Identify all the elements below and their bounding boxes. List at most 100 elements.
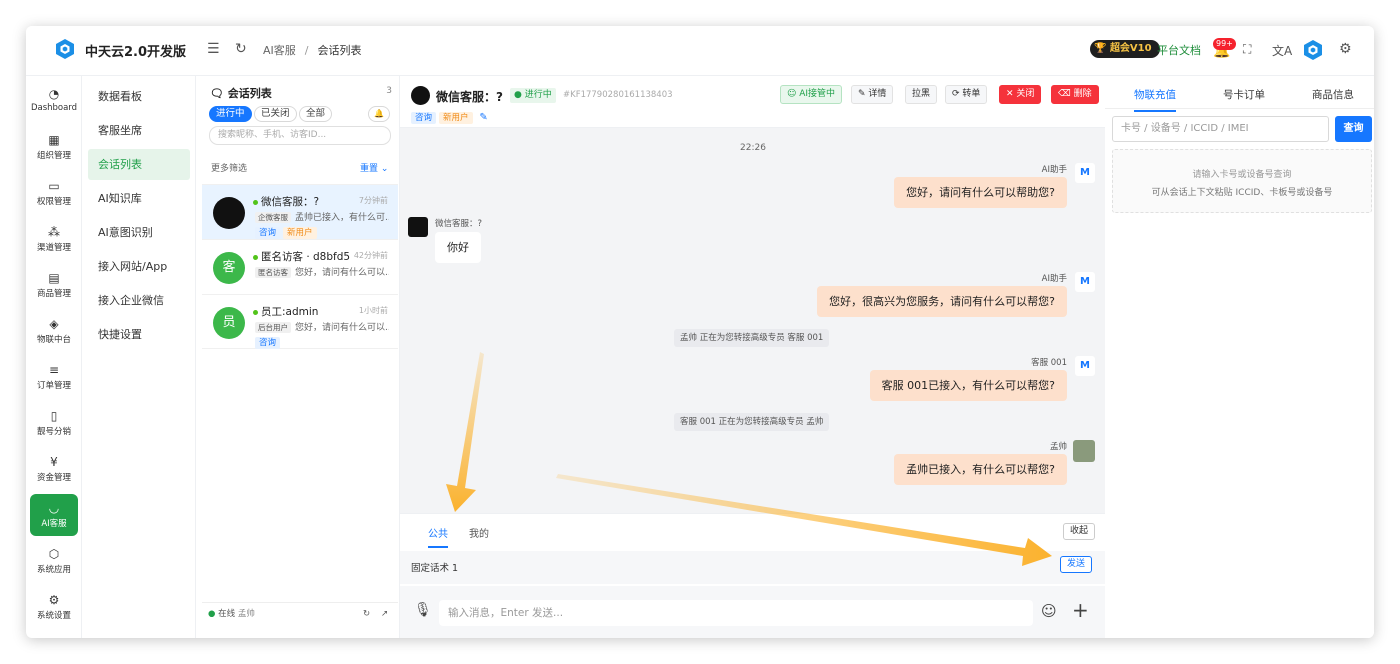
nav-channel[interactable]: ⁂ 渠道管理 — [30, 218, 78, 260]
plus-icon[interactable]: + — [1072, 598, 1089, 622]
edit-icon[interactable]: ✎ — [479, 112, 487, 123]
subnav-item[interactable]: 数据看板 — [88, 81, 190, 112]
avatar — [213, 197, 245, 229]
subnav-item[interactable]: 接入网站/App — [88, 251, 190, 282]
menu-toggle-icon[interactable]: ☰ — [207, 41, 220, 57]
nav-permission[interactable]: ▭ 权限管理 — [30, 172, 78, 214]
network-icon: ⁂ — [48, 225, 60, 239]
brand-title: 中天云2.0开发版 — [85, 45, 187, 60]
subnav-item[interactable]: 客服坐席 — [88, 115, 190, 146]
sender-name: AI助手 — [1041, 165, 1067, 175]
conversation-list: 🗨 会话列表 3 进行中 已关闭 全部 🔔 搜索昵称、手机、访客ID... 更多… — [202, 76, 398, 624]
notification-badge: 99+ — [1213, 38, 1236, 50]
docs-link[interactable]: 平台文档 — [1157, 42, 1201, 58]
subnav-item[interactable]: 快捷设置 — [88, 319, 190, 350]
reset-button[interactable]: 重置 ⌄ — [360, 161, 388, 174]
query-button[interactable]: 查询 — [1335, 116, 1372, 142]
delete-button[interactable]: ⌫ 删除 — [1051, 85, 1099, 104]
subnav-item[interactable]: AI意图识别 — [88, 217, 190, 248]
nav-finance[interactable]: ¥ 资金管理 — [30, 448, 78, 490]
message-bubble: 你好 — [435, 232, 481, 263]
conversation-name: 匿名访客 · d8bfd5 — [253, 249, 350, 264]
conversation-item[interactable]: 微信客服：? 7分钟前 企微客服 孟帅已接入，有什么可... 咨询 新用户 — [202, 184, 398, 239]
conversation-tags: 咨询 新用户 — [255, 224, 320, 239]
phone-icon: ▯ — [50, 409, 58, 423]
nav-org[interactable]: ▦ 组织管理 — [30, 126, 78, 168]
avatar: 员 — [213, 307, 245, 339]
refresh-icon[interactable]: ↻ — [363, 603, 370, 625]
emoji-icon[interactable]: ☺ — [1041, 602, 1057, 620]
nav-product[interactable]: ▤ 商品管理 — [30, 264, 78, 306]
notify-toggle-icon[interactable]: 🔔 — [368, 106, 390, 122]
message-input[interactable]: 输入消息，Enter 发送... — [439, 600, 1033, 626]
subnav-item[interactable]: AI知识库 — [88, 183, 190, 214]
top-bar: 中天云2.0开发版 ☰ ↻ AI客服 / 会话列表 🏆 超会V10 平台文档 🔔 9… — [26, 26, 1374, 76]
detail-button[interactable]: ✎ 详情 — [851, 85, 894, 104]
box-icon: ⬡ — [48, 547, 60, 561]
filter-all[interactable]: 全部 — [299, 106, 333, 122]
translate-icon[interactable]: 文A — [1272, 42, 1292, 59]
sender-name: 微信客服：? — [435, 219, 483, 229]
nav-apps[interactable]: ⬡ 系统应用 — [30, 540, 78, 582]
avatar[interactable] — [1302, 39, 1324, 61]
filter-active[interactable]: 进行中 — [209, 106, 252, 122]
nav-order[interactable]: ≡ 订单管理 — [30, 356, 78, 398]
conversation-item[interactable]: 客 匿名访客 · d8bfd5 42分钟前 匿名访客 您好，请问有什么可以... — [202, 239, 398, 294]
nav-settings[interactable]: ⚙ 系统设置 — [30, 586, 78, 628]
nav-iot[interactable]: ◈ 物联中台 — [30, 310, 78, 352]
conversation-name: 微信客服：? — [253, 194, 319, 209]
tab-card-orders[interactable]: 号卡订单 — [1223, 87, 1265, 102]
chat-tags: 咨询 新用户 ✎ — [411, 109, 488, 124]
breadcrumb-item[interactable]: AI客服 — [263, 44, 296, 57]
tab-public[interactable]: 公共 — [428, 525, 448, 548]
vip-badge[interactable]: 🏆 超会V10 — [1090, 40, 1160, 58]
quick-reply-panel: 公共 我的 收起 固定话术 1 发送 — [400, 513, 1105, 586]
conversation-preview: 后台用户 您好，请问有什么可以... — [255, 320, 389, 333]
close-button[interactable]: ✕ 关闭 — [999, 85, 1042, 104]
breadcrumb-item: 会话列表 — [317, 44, 362, 57]
refresh-icon[interactable]: ↻ — [235, 41, 247, 57]
grid-icon: ▦ — [48, 133, 60, 147]
chat-panel: 微信客服：? ● 进行中 #KF17790280161138403 咨询 新用户 … — [399, 76, 1105, 638]
quick-send-button[interactable]: 发送 — [1060, 556, 1093, 573]
filter-closed[interactable]: 已关闭 — [254, 106, 297, 122]
subnav-item[interactable]: 接入企业微信 — [88, 285, 190, 316]
more-filter[interactable]: 更多筛选 — [211, 161, 247, 174]
system-message: 孟帅 正在为您转接高级专员 客服 001 — [674, 329, 830, 347]
collapse-button[interactable]: 收起 — [1063, 523, 1096, 540]
nav-number[interactable]: ▯ 靓号分销 — [30, 402, 78, 444]
conversation-item[interactable]: 员 员工:admin 1小时前 后台用户 您好，请问有什么可以... 咨询 — [202, 294, 398, 349]
message-bubble: 您好，请问有什么可以帮助您? — [894, 177, 1067, 208]
online-status[interactable]: 在线 — [218, 609, 235, 619]
card-search-input[interactable]: 卡号 / 设备号 / ICCID / IMEI — [1112, 116, 1329, 142]
nav-dashboard[interactable]: ◔ Dashboard — [30, 80, 78, 122]
subnav-item-active[interactable]: 会话列表 — [88, 149, 190, 180]
message-time: 22:26 — [740, 143, 766, 153]
conversation-list-title: 🗨 会话列表 — [210, 87, 272, 100]
secondary-sidebar: 数据看板 客服坐席 会话列表 AI知识库 AI意图识别 接入网站/App 接入企… — [82, 76, 196, 638]
tab-mine[interactable]: 我的 — [469, 525, 489, 540]
message-bubble: 客服 001已接入，有什么可以帮您? — [869, 370, 1067, 401]
fullscreen-icon[interactable]: ⛶ — [1243, 42, 1251, 57]
conversation-preview: 企微客服 孟帅已接入，有什么可... — [255, 210, 389, 223]
ai-takeover-button[interactable]: ☺ AI接管中 — [780, 85, 843, 104]
logo-icon — [56, 39, 74, 59]
conversation-tags: 咨询 — [255, 334, 283, 349]
input-bar: 🎙 输入消息，Enter 发送... ☺ + — [400, 586, 1105, 638]
microphone-icon[interactable]: 🎙 — [414, 602, 432, 618]
ai-avatar-icon: M — [1075, 356, 1095, 376]
settings-icon[interactable]: ⚙ — [1339, 41, 1352, 57]
quick-reply-row[interactable]: 固定话术 1 — [400, 551, 1105, 584]
transfer-button[interactable]: ⟳ 转单 — [945, 85, 988, 104]
sender-name: 孟帅 — [1049, 442, 1067, 452]
agent-name: 孟帅 — [237, 609, 255, 619]
message-bubble: 您好，很高兴为您服务，请问有什么可以帮您? — [817, 286, 1067, 317]
nav-ai-service[interactable]: ◡ AI客服 — [30, 494, 78, 536]
conversation-id: #KF17790280161138403 — [563, 90, 673, 100]
conversation-time: 42分钟前 — [353, 251, 388, 260]
system-message: 客服 001 正在为您转接高级专员 孟帅 — [674, 413, 830, 431]
tab-product-info[interactable]: 商品信息 — [1312, 87, 1354, 102]
conversation-search-input[interactable]: 搜索昵称、手机、访客ID... — [209, 126, 391, 145]
external-link-icon[interactable]: ↗ — [381, 603, 388, 625]
block-button[interactable]: 拉黑 — [905, 85, 938, 104]
